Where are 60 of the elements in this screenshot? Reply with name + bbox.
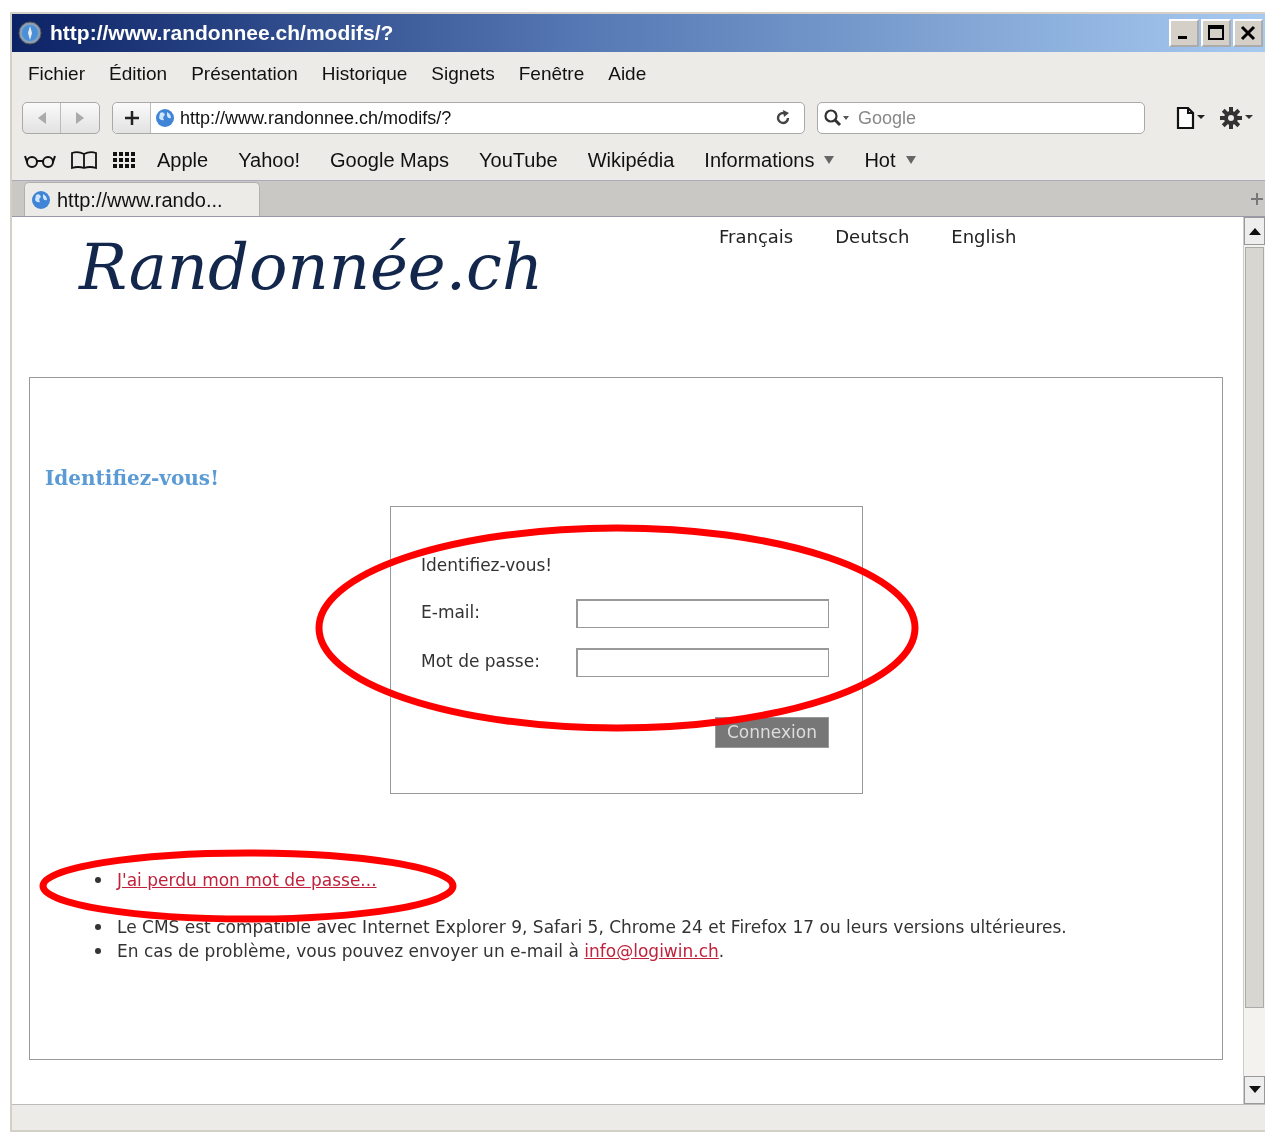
language-link[interactable]: Deutsch — [835, 223, 910, 251]
language-link[interactable]: English — [951, 223, 1017, 251]
new-tab-icon[interactable] — [1251, 192, 1263, 205]
bookmark-link[interactable]: Apple — [142, 145, 224, 175]
language-link[interactable]: Français — [719, 223, 794, 251]
up-arrow-icon — [1248, 227, 1261, 235]
menu-item[interactable]: Fenêtre — [506, 59, 597, 89]
bookmark-link[interactable]: Google Maps — [315, 145, 465, 175]
forward-arrow-icon — [74, 111, 86, 125]
close-button[interactable] — [1233, 19, 1263, 47]
book-icon[interactable] — [70, 150, 98, 170]
bookmark-link[interactable]: Wikipédia — [572, 145, 690, 175]
bullet-icon — [95, 924, 101, 930]
bookmark-menu[interactable]: Hot — [849, 145, 931, 175]
password-field[interactable] — [576, 647, 829, 677]
browser-tab[interactable]: http://www.rando... — [24, 182, 260, 216]
address-field[interactable]: http://www.randonnee.ch/modifs/? — [112, 102, 805, 134]
login-title: Identifiez-vous! — [421, 554, 554, 577]
field-label: E-mail: — [421, 601, 482, 625]
caret-icon — [905, 156, 916, 164]
page-heading: Identifiez-vous! — [45, 466, 220, 490]
menu-item[interactable]: Présentation — [179, 59, 310, 89]
menu-item[interactable]: Fichier — [16, 59, 97, 89]
contact-note: En cas de problème, vous pouvez envoyer un e-mail à info@logiwin.ch. — [117, 940, 725, 963]
menu-item[interactable]: Historique — [309, 59, 420, 89]
forgot-password-link[interactable]: J'ai perdu mon mot de passe... — [117, 868, 377, 892]
caret-icon — [824, 156, 835, 164]
compass-icon — [18, 21, 42, 45]
bookmark-link[interactable]: YouTube — [464, 145, 573, 175]
compatibility-note: Le CMS est compatible avec Internet Explorer 9, Safari 5, Chrome 24 et Firefox 17 ou leurs versions ultérieures. — [117, 916, 1067, 939]
down-arrow-icon — [1248, 1086, 1261, 1094]
email-link[interactable]: info@logiwin.ch — [584, 941, 719, 961]
menu-item[interactable]: Édition — [97, 59, 180, 89]
search-icon[interactable] — [823, 108, 851, 128]
bookmark-link[interactable]: Yahoo! — [223, 145, 316, 175]
menu-item[interactable]: Signets — [419, 59, 507, 89]
menu-item[interactable]: Aide — [596, 59, 659, 89]
plus-icon[interactable] — [122, 109, 141, 127]
grid-icon[interactable] — [112, 150, 136, 170]
minimize-button[interactable] — [1169, 19, 1199, 47]
bookmark-menu[interactable]: Informations — [689, 145, 850, 175]
globe-icon — [31, 189, 51, 210]
scroll-up-button[interactable] — [1244, 217, 1265, 245]
scroll-down-button[interactable] — [1244, 1076, 1265, 1104]
globe-icon — [155, 108, 175, 128]
minimize-icon — [1178, 36, 1187, 39]
search-field[interactable]: Google — [817, 102, 1145, 134]
maximize-button[interactable] — [1201, 19, 1231, 47]
email-field[interactable] — [576, 598, 829, 628]
page-icon[interactable] — [1175, 106, 1207, 130]
close-icon — [1240, 25, 1256, 41]
field-label: Mot de passe: — [421, 650, 541, 674]
gear-icon[interactable] — [1219, 106, 1255, 130]
scrollbar-thumb[interactable] — [1245, 247, 1264, 1008]
bullet-icon — [95, 877, 101, 883]
maximize-icon — [1208, 25, 1224, 40]
window-title: http://www.randonnee.ch/modifs/? — [50, 20, 395, 47]
bullet-icon — [95, 948, 101, 954]
site-logo[interactable]: Randonnée.ch — [79, 227, 719, 307]
reload-icon[interactable] — [774, 109, 792, 127]
